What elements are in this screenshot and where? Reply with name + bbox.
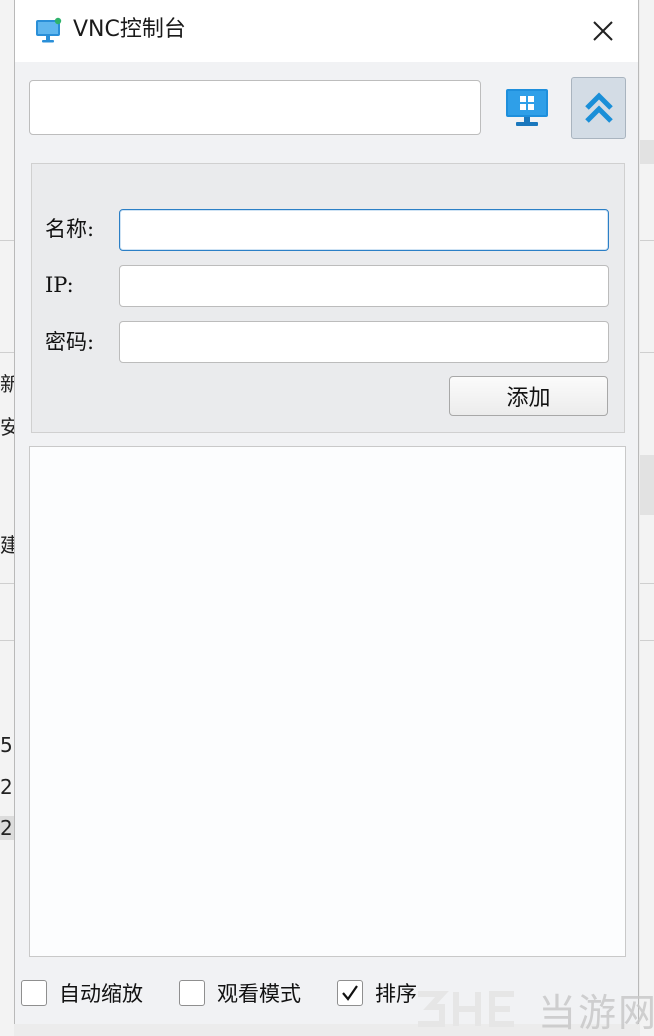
host-list[interactable] <box>29 446 626 957</box>
watermark-logo <box>418 991 514 1027</box>
background-text: 5: <box>0 733 14 757</box>
vnc-console-window: VNC控制台 名称: IP: 密码: 添加 自动缩放 观看模式 排序 <box>14 0 639 1024</box>
watermark: 当游网 <box>414 985 654 1035</box>
background-text: 建 <box>0 533 14 557</box>
add-host-form: 名称: IP: 密码: 添加 <box>31 163 625 433</box>
name-label: 名称: <box>45 217 95 241</box>
add-button[interactable]: 添加 <box>449 376 608 416</box>
name-field[interactable] <box>119 209 609 251</box>
watermark-text: 当游网 <box>538 990 654 1035</box>
background-text: 2 <box>0 775 13 799</box>
auto-zoom-label: 自动缩放 <box>59 982 143 1006</box>
view-mode-label: 观看模式 <box>217 982 301 1006</box>
sort-label: 排序 <box>375 982 417 1006</box>
password-field[interactable] <box>119 321 609 363</box>
monitor-app-icon <box>34 15 64 45</box>
background-window-right <box>640 0 654 1036</box>
collapse-button[interactable] <box>571 77 626 139</box>
checkbox-box[interactable] <box>21 980 47 1006</box>
checkbox-box[interactable] <box>179 980 205 1006</box>
checkmark-icon <box>342 985 358 1001</box>
view-mode-checkbox[interactable]: 观看模式 <box>179 977 301 1009</box>
sort-checkbox[interactable]: 排序 <box>337 977 417 1009</box>
password-label: 密码: <box>45 330 95 354</box>
auto-zoom-checkbox[interactable]: 自动缩放 <box>21 977 143 1009</box>
ip-field[interactable] <box>119 265 609 307</box>
window-title: VNC控制台 <box>73 17 186 42</box>
monitor-icon <box>506 89 548 126</box>
background-window-left: 新 安 建 5: 2 2 <box>0 0 14 1036</box>
checkbox-box[interactable] <box>337 980 363 1006</box>
background-text: 2 <box>0 816 14 840</box>
close-icon <box>593 21 613 41</box>
ip-label: IP: <box>45 273 74 297</box>
background-text: 安 <box>0 415 14 439</box>
search-input[interactable] <box>29 80 481 135</box>
close-button[interactable] <box>583 12 623 50</box>
double-chevron-up-icon <box>584 92 613 123</box>
monitor-button[interactable] <box>501 83 553 133</box>
background-text: 新 <box>0 372 14 396</box>
title-bar: VNC控制台 <box>15 0 638 62</box>
